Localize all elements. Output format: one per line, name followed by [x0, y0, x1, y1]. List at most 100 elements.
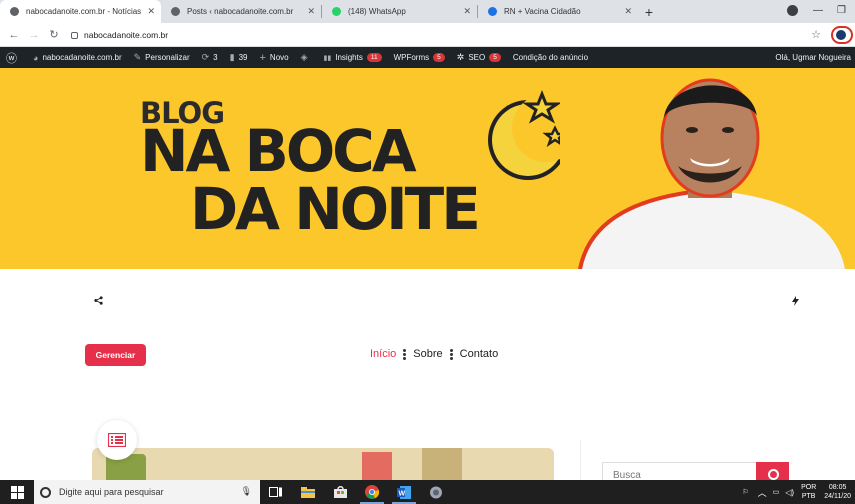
volume-icon[interactable]: ◁) [785, 488, 794, 497]
file-explorer-icon[interactable] [292, 480, 324, 504]
screen: nabocadanoite.com.br - Notícias ✕ Posts … [0, 0, 855, 504]
wp-item-label: Condição do anúncio [512, 53, 589, 62]
task-view-icon[interactable] [260, 480, 292, 504]
banner-title-line-1: NA BOCA [140, 117, 417, 185]
forward-arrow-icon[interactable]: → [24, 29, 44, 41]
wp-ad-condition[interactable]: Condição do anúncio [507, 47, 594, 68]
host-photo [560, 68, 855, 269]
close-tab-icon[interactable]: ✕ [463, 6, 471, 17]
close-tab-icon[interactable]: ✕ [307, 6, 315, 17]
new-tab-button[interactable]: + [638, 0, 660, 23]
window-controls: — ❐ [785, 0, 855, 23]
system-tray: ⚐ ︿ ▭ ◁) POR PTB 08:05 24/11/20 [736, 480, 855, 504]
dashboard-icon: ◕ [33, 52, 39, 63]
windows-taskbar: Digite aqui para pesquisar 🎙 W ⚐ ︿ ▭ ◁) … [0, 480, 855, 504]
show-hidden-icons-icon[interactable]: ︿ [758, 486, 767, 499]
sidebar-divider [580, 440, 581, 480]
wp-plugin-menu[interactable]: ◈ [295, 47, 318, 68]
language-indicator[interactable]: POR PTB [801, 483, 816, 501]
plus-icon: + [259, 51, 266, 64]
diamond-icon: ◈ [300, 52, 308, 62]
lock-icon [71, 31, 78, 39]
site-banner[interactable]: BLOG NA BOCA DA NOITE [0, 68, 855, 269]
record-icon[interactable] [787, 5, 798, 16]
page-content [0, 376, 855, 488]
whatsapp-icon [332, 7, 341, 16]
comments-icon: ▮ [229, 52, 235, 62]
wp-admin-bar: ⓦ ◕ nabocadanoite.com.br ✎ Personalizar … [0, 47, 855, 68]
tab-title: RN + Vacina Cidadão [504, 7, 581, 16]
wp-updates[interactable]: ⟳ 3 [196, 47, 224, 68]
wp-comments[interactable]: ▮ 39 [224, 47, 254, 68]
wp-seo[interactable]: ✲ SEO 5 [451, 47, 507, 68]
updates-icon: ⟳ [201, 52, 210, 62]
wp-item-label: nabocadanoite.com.br [42, 53, 122, 62]
cortana-icon [40, 486, 51, 498]
wp-wpforms[interactable]: WPForms 5 [388, 47, 451, 68]
clock[interactable]: 08:05 24/11/20 [824, 483, 851, 501]
browser-tab[interactable]: nabocadanoite.com.br - Notícias ✕ [0, 0, 161, 23]
wp-account-menu[interactable]: Olá, Ugmar Nogueira [775, 47, 855, 68]
browser-tab-strip: nabocadanoite.com.br - Notícias ✕ Posts … [0, 0, 855, 23]
share-icon[interactable] [94, 296, 103, 308]
globe-icon [10, 7, 19, 16]
tab-title: Posts ‹ nabocadanoite.com.br [187, 7, 294, 16]
browser-tab[interactable]: Posts ‹ nabocadanoite.com.br ✕ [161, 0, 321, 23]
wp-customize[interactable]: ✎ Personalizar [128, 47, 196, 68]
nav-item-inicio[interactable]: Início [370, 348, 396, 360]
browser-tab[interactable]: (148) WhatsApp ✕ [322, 0, 477, 23]
nav-item-sobre[interactable]: Sobre [413, 348, 442, 360]
wp-logo-menu[interactable]: ⓦ [0, 47, 27, 68]
taskbar-search[interactable]: Digite aqui para pesquisar 🎙 [34, 480, 260, 504]
wp-item-label: 3 [213, 53, 218, 62]
reload-icon[interactable]: ↻ [44, 28, 64, 41]
browser-toolbar: ← → ↻ nabocadanoite.com.br ☆ [0, 23, 855, 47]
bookmark-star-icon[interactable]: ☆ [811, 28, 821, 41]
people-icon[interactable]: ⚐ [742, 488, 748, 496]
back-arrow-icon[interactable]: ← [4, 29, 24, 41]
tab-title: (148) WhatsApp [348, 7, 406, 16]
notification-badge: 5 [489, 53, 501, 62]
wp-insights[interactable]: ▮▮ Insights 11 [318, 47, 388, 68]
network-icon[interactable]: ▭ [773, 488, 780, 496]
lightning-icon[interactable] [792, 296, 799, 309]
language-code: POR [801, 484, 817, 491]
chrome-icon[interactable] [356, 480, 388, 504]
close-tab-icon[interactable]: ✕ [147, 6, 155, 17]
browser-tab[interactable]: RN + Vacina Cidadão ✕ [478, 0, 638, 23]
manage-button[interactable]: Gerenciar [85, 344, 146, 366]
wp-item-label: Insights [335, 53, 363, 62]
taskbar-search-placeholder: Digite aqui para pesquisar [59, 487, 164, 497]
keyboard-layout: PTB [801, 493, 816, 500]
banner-title-line-2: DA NOITE [190, 175, 481, 243]
minimize-icon[interactable]: — [813, 5, 823, 16]
nav-separator-icon [403, 348, 407, 360]
seo-icon: ✲ [456, 52, 465, 62]
microphone-icon[interactable]: 🎙 [241, 486, 252, 497]
wp-item-label: SEO [468, 53, 486, 62]
nav-separator-icon [449, 348, 453, 360]
clock-time: 08:05 [828, 484, 847, 491]
address-bar[interactable]: nabocadanoite.com.br [71, 26, 811, 44]
maximize-icon[interactable]: ❐ [837, 5, 846, 16]
wp-site-name[interactable]: ◕ nabocadanoite.com.br [27, 47, 128, 68]
windows-start-icon[interactable] [0, 480, 34, 504]
insights-icon: ▮▮ [323, 54, 332, 62]
main-nav: Início Sobre Contato [370, 348, 498, 360]
word-icon[interactable]: W [388, 480, 420, 504]
wp-item-label: 39 [238, 53, 248, 62]
clock-date: 24/11/20 [824, 493, 851, 500]
store-icon[interactable] [324, 480, 356, 504]
svg-text:W: W [399, 490, 406, 497]
wp-item-label: Personalizar [145, 53, 190, 62]
wordpress-icon: ⓦ [6, 52, 17, 65]
app-icon[interactable] [420, 480, 452, 504]
notification-badge: 11 [366, 53, 382, 62]
profile-avatar[interactable] [831, 26, 853, 44]
site-icon [488, 7, 497, 16]
close-tab-icon[interactable]: ✕ [624, 6, 632, 17]
tab-title: nabocadanoite.com.br - Notícias [26, 7, 142, 16]
nav-item-contato[interactable]: Contato [460, 348, 499, 360]
wp-new[interactable]: + Novo [253, 47, 294, 68]
post-list-icon[interactable] [97, 420, 137, 460]
